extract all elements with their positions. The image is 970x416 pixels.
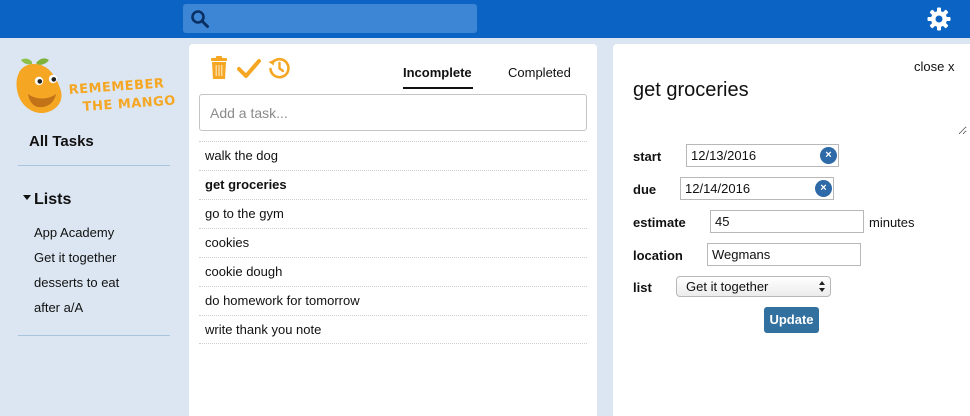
- location-field[interactable]: [707, 243, 861, 266]
- sidebar-divider: [18, 335, 170, 336]
- lists-heading-label: Lists: [34, 191, 72, 208]
- estimate-unit: minutes: [869, 215, 915, 230]
- history-icon[interactable]: [267, 56, 291, 80]
- add-task-input[interactable]: [199, 94, 587, 131]
- location-label: location: [633, 248, 683, 263]
- due-label: due: [633, 182, 657, 197]
- trash-icon[interactable]: [207, 56, 231, 80]
- close-button[interactable]: close x: [914, 59, 954, 74]
- sidebar: REMEMEBER THE MANGO All Tasks Lists App …: [0, 38, 188, 416]
- task-row[interactable]: walk the dog: [199, 141, 587, 170]
- svg-text:THE MANGO: THE MANGO: [82, 94, 176, 115]
- task-row[interactable]: do homework for tomorrow: [199, 286, 587, 315]
- search-bar[interactable]: [183, 4, 477, 33]
- tasks-panel: Incomplete Completed walk the dog get gr…: [189, 44, 597, 416]
- mango-logo[interactable]: REMEMEBER THE MANGO: [12, 54, 177, 118]
- caret-down-icon[interactable]: [23, 195, 31, 201]
- top-bar: [0, 0, 970, 38]
- search-icon[interactable]: [190, 9, 210, 29]
- start-label: start: [633, 149, 662, 164]
- all-tasks-link[interactable]: All Tasks: [29, 133, 94, 150]
- task-list: walk the dog get groceries go to the gym…: [199, 141, 587, 344]
- active-tab-underline: [403, 87, 473, 89]
- list-select[interactable]: Get it together: [676, 276, 831, 297]
- select-arrows-icon: [819, 281, 825, 292]
- start-date-field[interactable]: [686, 144, 839, 167]
- tab-incomplete[interactable]: Incomplete: [403, 65, 472, 80]
- task-row[interactable]: write thank you note: [199, 315, 587, 344]
- task-row[interactable]: cookie dough: [199, 257, 587, 286]
- task-detail-panel: close x get groceries start × due × esti…: [613, 44, 970, 416]
- clear-due-icon[interactable]: ×: [815, 180, 832, 197]
- tab-completed[interactable]: Completed: [508, 65, 571, 80]
- estimate-label: estimate: [633, 215, 686, 230]
- task-title-field[interactable]: get groceries: [627, 75, 967, 135]
- estimate-field[interactable]: [710, 210, 864, 233]
- due-date-field[interactable]: [680, 177, 834, 200]
- update-button[interactable]: Update: [764, 307, 819, 333]
- sidebar-list-item[interactable]: App Academy: [34, 225, 114, 240]
- lists-heading[interactable]: Lists: [23, 191, 71, 209]
- task-row[interactable]: go to the gym: [199, 199, 587, 228]
- task-row-selected[interactable]: get groceries: [199, 170, 587, 199]
- task-row[interactable]: cookies: [199, 228, 587, 257]
- clear-start-icon[interactable]: ×: [820, 147, 837, 164]
- gear-icon[interactable]: [926, 6, 952, 32]
- check-icon[interactable]: [237, 56, 261, 80]
- sidebar-list-item[interactable]: after a/A: [34, 300, 83, 315]
- sidebar-divider: [18, 165, 170, 166]
- sidebar-list-item[interactable]: Get it together: [34, 250, 116, 265]
- list-label: list: [633, 280, 652, 295]
- sidebar-list-item[interactable]: desserts to eat: [34, 275, 119, 290]
- list-select-value: Get it together: [686, 279, 769, 294]
